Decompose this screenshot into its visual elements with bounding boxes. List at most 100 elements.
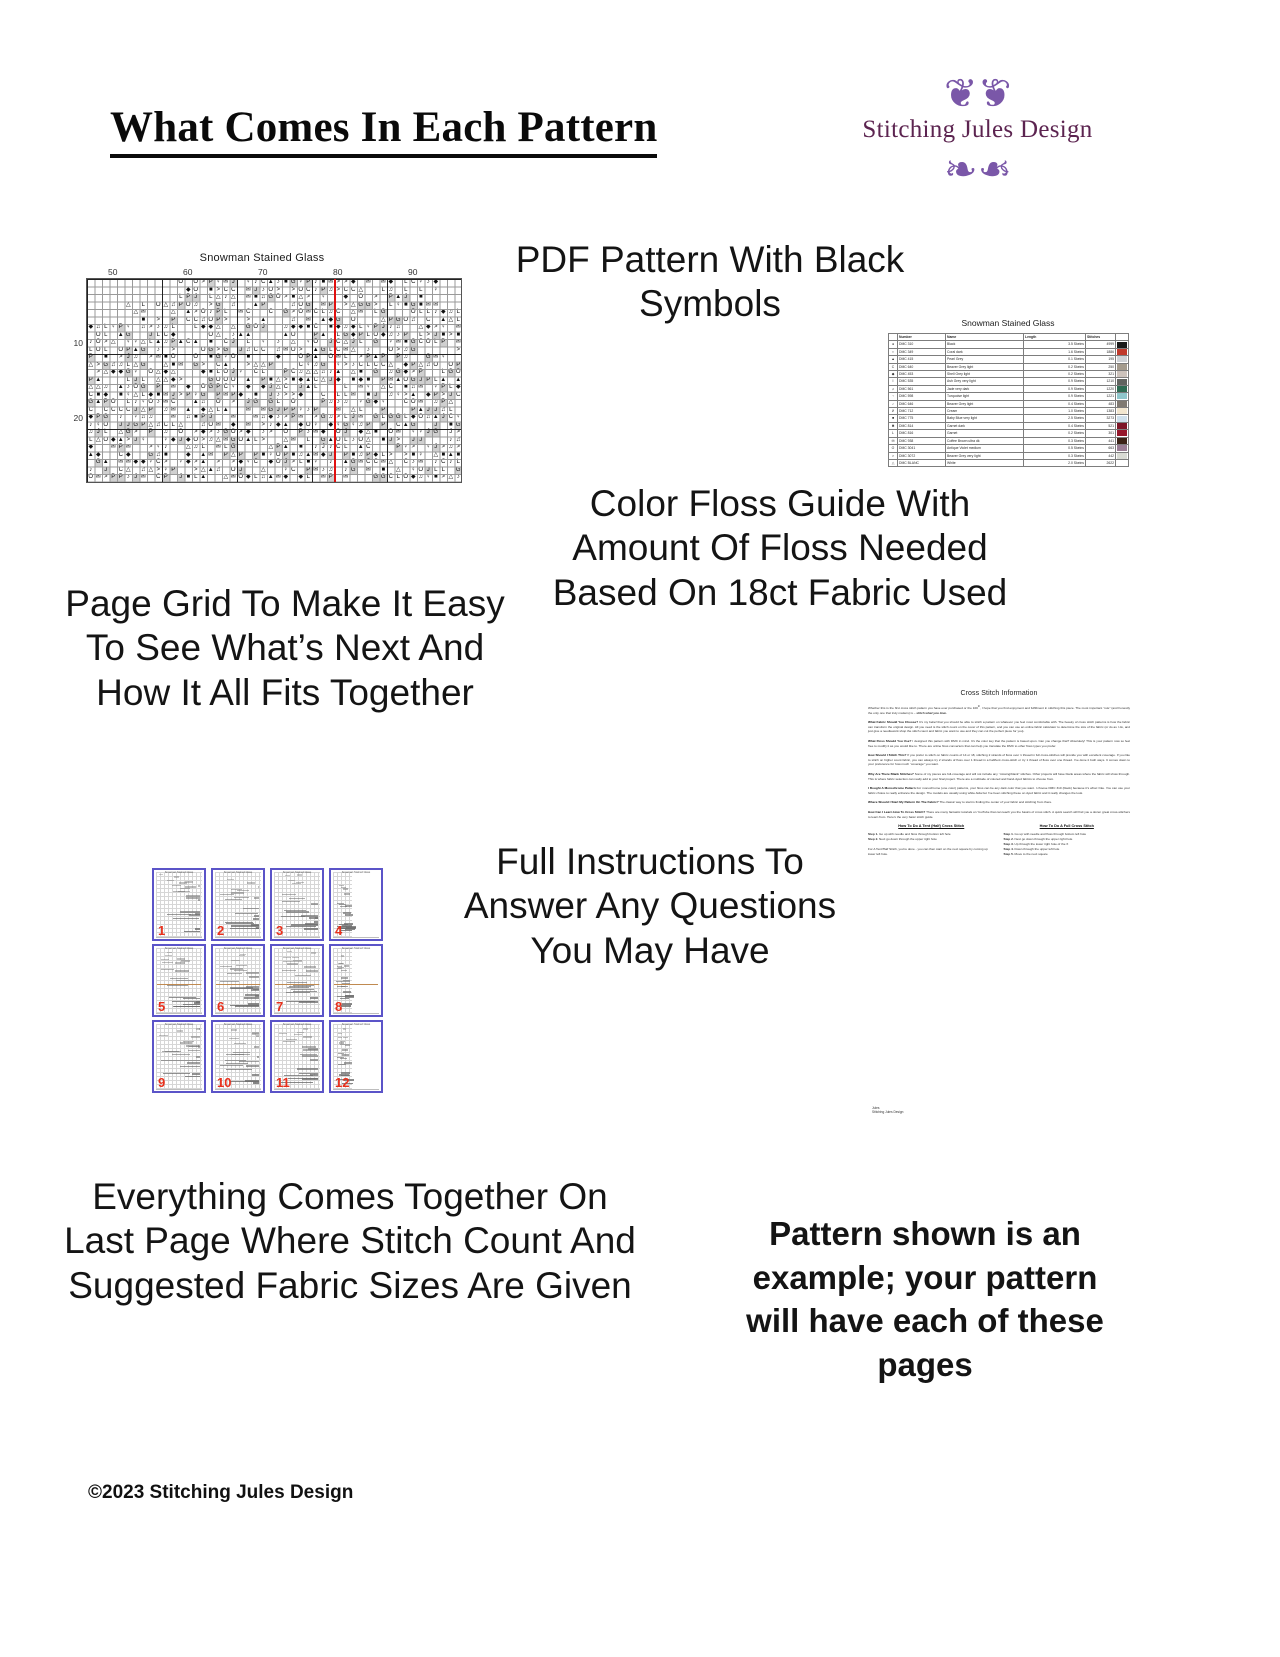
chart-column-label: 70 [258, 267, 268, 277]
page-grid-thumbnail-centerline [216, 983, 260, 985]
floss-table-row: ♪ DMC 646 Beaver Grey light 0.4 Skeins 483 [888, 399, 1129, 409]
floss-cell: Garnet dark [945, 421, 1024, 431]
chart-grid: OO>P♀✉J♀♪C▲♪■G♀P♪■✉>>◆✉✉◆LC♀♪◆◆O■>CC✉J♪O… [86, 278, 462, 483]
floss-cell: DMC 3041 [897, 444, 946, 453]
floss-cell: DMC 646 [897, 399, 946, 409]
floss-color-swatch [1115, 384, 1129, 394]
chart-preview: Snowman Stained Glass 50 60 70 80 90 10 20 OO… [62, 252, 462, 497]
page-grid-thumbnail-centerline [157, 983, 201, 985]
floss-cell: Black [945, 340, 1024, 349]
floss-cell: DMC 640 [897, 362, 946, 372]
floss-cell: DMC 349 [897, 347, 946, 357]
page-grid-thumbnail-number: 5 [158, 999, 166, 1014]
instructions-signature: Jules Stitching Jules Design [872, 1106, 903, 1115]
page-grid-thumbnail: Snowman Stained Glass 11 [270, 1020, 324, 1093]
floss-color-swatch [1115, 414, 1129, 423]
floss-guide-preview: Snowman Stained Glass Number Name Length St… [888, 318, 1129, 483]
floss-table-row: ✗ DMC 712 Cream 1.0 Skeins 1383 [888, 407, 1129, 416]
floss-cell: 4999 [1085, 340, 1116, 349]
floss-cell: DMC 775 [897, 414, 946, 423]
chart-row-labels: 10 20 [62, 278, 86, 483]
brand-logo: ❦❦ Stitching Jules Design ❧❧ [845, 72, 1110, 197]
chart-center-line [334, 279, 336, 482]
floss-cell: 0.4 Skeins [1023, 421, 1086, 431]
instructions-step: Step 2. Next go down through the upper r… [868, 837, 937, 842]
floss-cell: ▪ [888, 347, 898, 357]
floss-cell: 1886 [1085, 347, 1116, 357]
floss-cell: 1210 [1085, 377, 1116, 386]
floss-cell: ▲ [888, 355, 898, 364]
instructions-paragraph: How Can I Learn How To Cross Stitch? The… [868, 809, 1130, 819]
floss-cell: Garnet [945, 429, 1024, 438]
page-grid-thumbnail: Snowman Stained Glass 12 [329, 1020, 383, 1093]
floss-table: Number Name Length Stitches ● DMC 310 Black 3.… [888, 332, 1129, 468]
floss-cell: ✖ [888, 421, 898, 431]
floss-table-title: Snowman Stained Glass [961, 318, 1055, 328]
floss-color-swatch [1115, 399, 1129, 409]
floss-cell: ■ [888, 414, 898, 423]
chart-column-label: 60 [183, 267, 193, 277]
floss-cell: DMC 561 [897, 384, 946, 394]
floss-cell: 2.5 Skeins [1023, 414, 1086, 423]
floss-cell: 0.4 Skeins [1023, 399, 1086, 409]
floss-cell: 0.1 Skeins [1023, 355, 1086, 364]
floss-cell: 321 [1085, 370, 1116, 379]
floss-table-row: ♫ DMC 561 Jade very dark 0.9 Skeins 1220 [888, 384, 1129, 394]
floss-cell: 483 [1085, 399, 1116, 409]
chart-title: Snowman Stained Glass [199, 252, 325, 264]
floss-table-header-row: Number Name Length Stitches [888, 332, 1129, 342]
floss-table-row: ▲ DMC 415 Pearl Grey 0.1 Skeins 195 [888, 355, 1129, 364]
blurb-instructions: Full Instructions To Answer Any Question… [463, 841, 837, 971]
page-grid-thumbnail-number: 9 [158, 1075, 166, 1090]
instructions-preview: Cross Stitch Information Whether this is… [868, 690, 1130, 1115]
floss-cell: Pearl Grey [945, 355, 1024, 364]
floss-cell: 195 [1085, 355, 1116, 364]
floss-cell: C [888, 362, 898, 372]
page-grid-thumbnail: Snowman Stained Glass 8 [329, 944, 383, 1017]
blurb-pdf-pattern: PDF Pattern With Black Symbols [515, 239, 905, 325]
floss-cell: 3273 [1085, 414, 1116, 423]
floss-color-swatch [1115, 392, 1129, 401]
floss-cell: △ [888, 458, 898, 468]
floss-cell: I [888, 377, 898, 386]
floss-cell: 0.9 Skeins [1023, 377, 1086, 386]
floss-cell: 3.5 Skeins [1023, 340, 1086, 349]
chart-bold-gridlines [87, 279, 461, 482]
floss-cell: DMC 3072 [897, 451, 946, 460]
tent-stitch-note: For A Tent/Half Stitch, you’re done - yo… [868, 847, 988, 857]
floss-cell: 1.6 Skeins [1023, 347, 1086, 357]
floss-table-row: ✉ DMC 938 Coffee Brown ultra dk 0.3 Skeins 4… [888, 436, 1129, 446]
chart-row-label: 10 [73, 338, 83, 348]
floss-cell: DMC 310 [897, 340, 946, 349]
chart-row-label: 20 [73, 413, 83, 423]
floss-cell: DMC BLANC [897, 458, 946, 468]
floss-color-swatch [1115, 444, 1129, 453]
floss-cell: DMC 453 [897, 370, 946, 379]
floss-cell: ♫ [888, 384, 898, 394]
floss-cell: Turquoise light [945, 392, 1024, 401]
floss-cell: White [945, 458, 1024, 468]
instructions-step: Step 5. Move to the next square [1003, 852, 1048, 857]
floss-cell: ♪ [888, 399, 898, 409]
floss-column-header: Name [945, 332, 1024, 342]
floss-cell: 0.3 Skeins [1023, 451, 1086, 460]
floss-cell: O [888, 444, 898, 453]
page-grid-thumbnail-number: 12 [335, 1075, 350, 1090]
page-grid-thumbnail-number: 10 [217, 1075, 232, 1090]
floss-cell: DMC 535 [897, 377, 946, 386]
page-grid-thumbnail: Snowman Stained Glass 2 [211, 868, 265, 941]
tent-stitch-column: How To Do A Tent (Half) Cross Stitch Ste… [868, 824, 995, 857]
page-grid-thumbnail: Snowman Stained Glass 9 [152, 1020, 206, 1093]
floss-color-swatch [1115, 407, 1129, 416]
page-grid-thumbnail: Snowman Stained Glass 5 [152, 944, 206, 1017]
floss-cell: DMC 938 [897, 436, 946, 446]
floss-cell: 0.9 Skeins [1023, 392, 1086, 401]
floss-column-header [888, 332, 898, 342]
page-grid-thumbnail: Snowman Stained Glass 3 [270, 868, 324, 941]
floss-cell: 1383 [1085, 407, 1116, 416]
floss-cell: DMC 415 [897, 355, 946, 364]
page-grid-thumbnail-number: 8 [335, 999, 343, 1014]
floss-cell: 1.0 Skeins [1023, 407, 1086, 416]
full-stitch-heading: How To Do A Full Cross Stitch [1039, 824, 1094, 829]
floss-cell: Beaver Grey light [945, 362, 1024, 372]
